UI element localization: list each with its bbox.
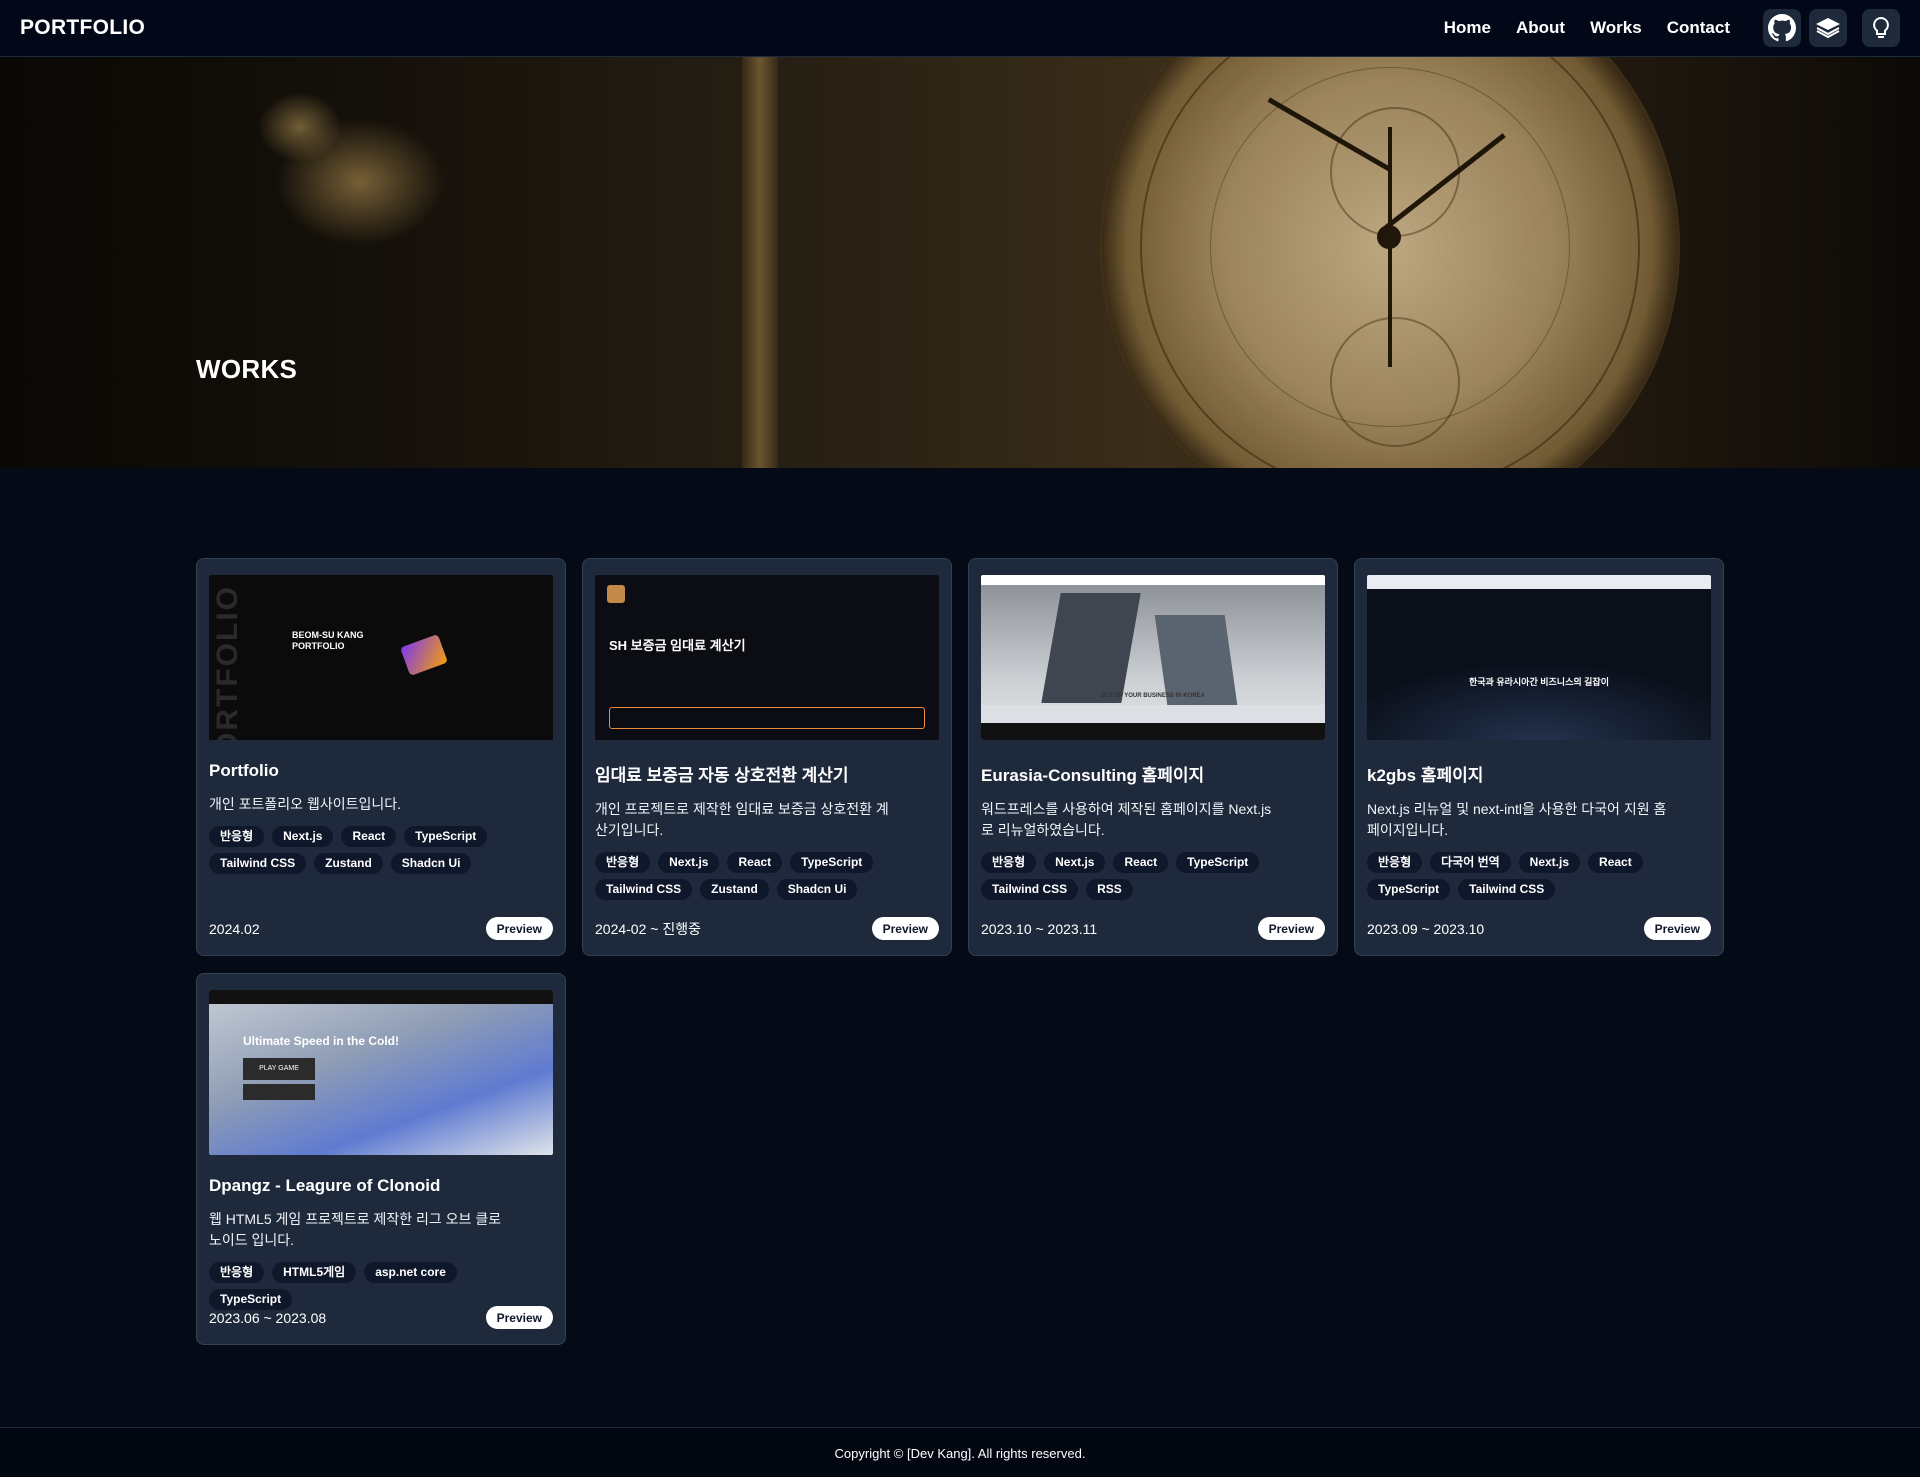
tag: React	[1113, 852, 1169, 873]
tag: Tailwind CSS	[981, 879, 1079, 900]
work-card: SET UP YOUR BUSINESS IN KOREA Eurasia-Co…	[968, 558, 1338, 956]
work-thumbnail[interactable]: PORTFOLIO BEOM-SU KANG PORTFOLIO	[209, 575, 553, 740]
work-title: Eurasia-Consulting 홈페이지	[981, 766, 1205, 785]
tag: 반응형	[209, 1262, 265, 1283]
work-card: Ultimate Speed in the Cold! PLAY GAME Dp…	[196, 973, 566, 1345]
tag: Zustand	[314, 853, 383, 874]
work-title: Dpangz - Leagure of Clonoid	[209, 1176, 441, 1195]
work-description: 워드프레스를 사용하여 제작된 홈페이지를 Next.js로 리뉴얼하였습니다.	[981, 801, 1272, 838]
main-nav: Home About Works Contact	[1444, 9, 1900, 47]
work-thumbnail[interactable]: Ultimate Speed in the Cold! PLAY GAME	[209, 990, 553, 1155]
preview-button[interactable]: Preview	[871, 917, 939, 940]
work-date: 2023.10 ~ 2023.11	[981, 920, 1098, 937]
work-title: 임대료 보증금 자동 상호전환 계산기	[595, 766, 849, 785]
tag: Next.js	[1518, 852, 1581, 873]
tag: Next.js	[658, 852, 720, 873]
tag: Zustand	[700, 879, 769, 900]
work-date: 2023.06 ~ 2023.08	[209, 1309, 327, 1326]
hero-background-bar	[742, 57, 778, 468]
work-tags: 반응형 Next.js React TypeScript Tailwind CS…	[209, 826, 539, 880]
tag: TypeScript	[790, 852, 874, 873]
tag: HTML5게임	[272, 1262, 357, 1283]
tag: asp.net core	[364, 1262, 457, 1283]
tag: RSS	[1086, 879, 1133, 900]
tag: TypeScript	[1367, 879, 1451, 900]
tag: React	[1588, 852, 1643, 873]
work-tags: 반응형 다국어 번역 Next.js React TypeScript Tail…	[1367, 852, 1697, 906]
work-date: 2023.09 ~ 2023.10	[1367, 920, 1485, 937]
tag: Tailwind CSS	[595, 879, 693, 900]
work-description: Next.js 리뉴얼 및 next-intl을 사용한 다국어 지원 홈페이지…	[1367, 801, 1667, 838]
site-logo[interactable]: PORTFOLIO	[20, 16, 145, 40]
site-footer: Copyright © [Dev Kang]. All rights reser…	[0, 1427, 1920, 1477]
work-card: 한국과 유라시아간 비즈니스의 길잡이 k2gbs 홈페이지 Next.js 리…	[1354, 558, 1724, 956]
hero-banner: WORKS	[0, 57, 1920, 468]
work-title: Portfolio	[209, 761, 279, 780]
site-header: PORTFOLIO Home About Works Contact	[0, 0, 1920, 57]
work-description: 개인 포트폴리오 웹사이트입니다.	[209, 796, 401, 812]
work-thumbnail[interactable]: SET UP YOUR BUSINESS IN KOREA	[981, 575, 1325, 740]
work-date: 2024.02	[209, 920, 260, 937]
tag: 반응형	[595, 852, 651, 873]
tag: 반응형	[981, 852, 1037, 873]
tag: Shadcn Ui	[390, 853, 472, 874]
tag: 다국어 번역	[1430, 852, 1511, 873]
preview-button[interactable]: Preview	[1643, 917, 1711, 940]
copyright-text: Copyright © [Dev Kang]. All rights reser…	[834, 1446, 1086, 1461]
work-thumbnail[interactable]: 한국과 유라시아간 비즈니스의 길잡이	[1367, 575, 1711, 740]
tag: Tailwind CSS	[1458, 879, 1556, 900]
tag: Shadcn Ui	[776, 879, 858, 900]
preview-button[interactable]: Preview	[1257, 917, 1325, 940]
tag: TypeScript	[1176, 852, 1260, 873]
tag: React	[727, 852, 783, 873]
tag: Next.js	[1044, 852, 1106, 873]
work-description: 웹 HTML5 게임 프로젝트로 제작한 리그 오브 클로노이드 입니다.	[209, 1211, 502, 1248]
work-tags: 반응형 Next.js React TypeScript Tailwind CS…	[595, 852, 925, 906]
page-title: WORKS	[196, 354, 298, 384]
tag: React	[341, 826, 397, 847]
book-icon[interactable]	[1809, 9, 1847, 47]
tag: Tailwind CSS	[209, 853, 307, 874]
preview-button[interactable]: Preview	[485, 917, 553, 940]
work-description: 개인 프로젝트로 제작한 임대료 보증금 상호전환 계산기입니다.	[595, 801, 889, 838]
tag: 반응형	[1367, 852, 1423, 873]
work-card: PORTFOLIO BEOM-SU KANG PORTFOLIO Portfol…	[196, 558, 566, 956]
work-title: k2gbs 홈페이지	[1367, 766, 1484, 785]
preview-button[interactable]: Preview	[485, 1306, 553, 1329]
nav-works[interactable]: Works	[1590, 18, 1642, 38]
hero-watch-image	[1100, 57, 1680, 468]
work-date: 2024-02 ~ 진행중	[595, 920, 701, 937]
work-tags: 반응형 Next.js React TypeScript Tailwind CS…	[981, 852, 1311, 906]
nav-about[interactable]: About	[1516, 18, 1565, 38]
nav-home[interactable]: Home	[1444, 18, 1491, 38]
work-card: SH 보증금 임대료 계산기 임대료 보증금 자동 상호전환 계산기 개인 프로…	[582, 558, 952, 956]
header-icons	[1763, 9, 1900, 47]
nav-contact[interactable]: Contact	[1667, 18, 1730, 38]
github-icon[interactable]	[1763, 9, 1801, 47]
tag: Next.js	[272, 826, 334, 847]
tag: 반응형	[209, 826, 265, 847]
lightbulb-icon[interactable]	[1862, 9, 1900, 47]
tag: TypeScript	[404, 826, 488, 847]
work-thumbnail[interactable]: SH 보증금 임대료 계산기	[595, 575, 939, 740]
